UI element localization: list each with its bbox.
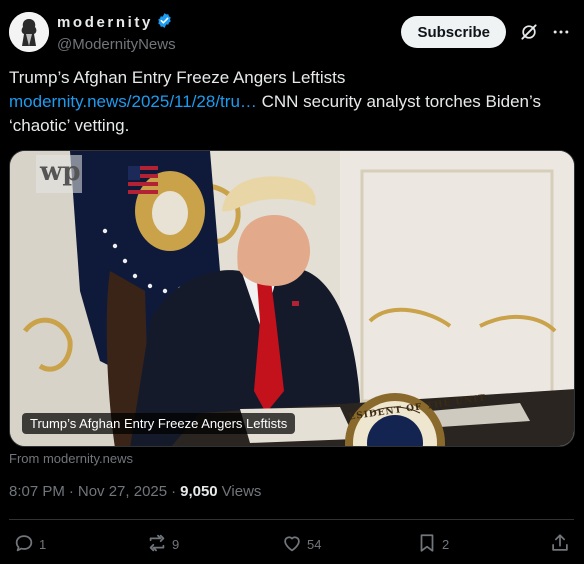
subscribe-button[interactable]: Subscribe — [401, 16, 506, 48]
action-bar: 1 9 54 2 — [0, 531, 584, 557]
tweet-title: Trump’s Afghan Entry Freeze Angers Lefti… — [9, 68, 346, 87]
watermark-logo: wp — [40, 157, 81, 187]
reply-count: 1 — [39, 536, 47, 552]
media-card[interactable]: wp ESIDENT OF THE UNIT Trump’s Afghan En… — [9, 150, 575, 447]
avatar[interactable] — [9, 12, 49, 52]
account-names: modernity @ModernityNews — [57, 12, 176, 53]
heart-icon — [281, 532, 303, 557]
grok-icon[interactable] — [516, 19, 542, 45]
article-link[interactable]: modernity.news/2025/11/28/tru… — [9, 92, 257, 111]
share-icon — [549, 532, 571, 557]
like-count: 54 — [307, 536, 322, 552]
repost-icon — [146, 532, 168, 557]
tweet-text: Trump’s Afghan Entry Freeze Angers Lefti… — [9, 66, 574, 138]
tweet-meta: 8:07 PM · Nov 27, 2025 · 9,050 Views — [9, 483, 261, 500]
repost-button[interactable]: 9 — [146, 531, 179, 557]
repost-count: 9 — [172, 536, 180, 552]
more-icon[interactable] — [548, 19, 574, 45]
tweet-time[interactable]: 8:07 PM — [9, 483, 65, 500]
tweet-date[interactable]: Nov 27, 2025 — [78, 483, 167, 500]
reply-button[interactable]: 1 — [13, 531, 46, 557]
divider — [9, 519, 574, 520]
bookmark-count: 2 — [442, 536, 450, 552]
media-caption: Trump’s Afghan Entry Freeze Angers Lefti… — [22, 413, 296, 434]
bookmark-button[interactable]: 2 — [416, 531, 449, 557]
account-handle[interactable]: @ModernityNews — [57, 36, 176, 53]
views-label: Views — [221, 483, 262, 500]
views-count: 9,050 — [180, 483, 218, 500]
verified-badge-icon — [156, 12, 173, 34]
meta-dot: · — [171, 483, 177, 500]
reply-icon — [13, 532, 35, 557]
share-button[interactable] — [549, 531, 571, 557]
meta-dot: · — [68, 483, 74, 500]
card-source[interactable]: From modernity.news — [9, 451, 133, 466]
bookmark-icon — [416, 532, 438, 557]
tweet-header: modernity @ModernityNews Subscribe — [9, 11, 574, 53]
display-name[interactable]: modernity — [57, 14, 153, 31]
like-button[interactable]: 54 — [281, 531, 321, 557]
